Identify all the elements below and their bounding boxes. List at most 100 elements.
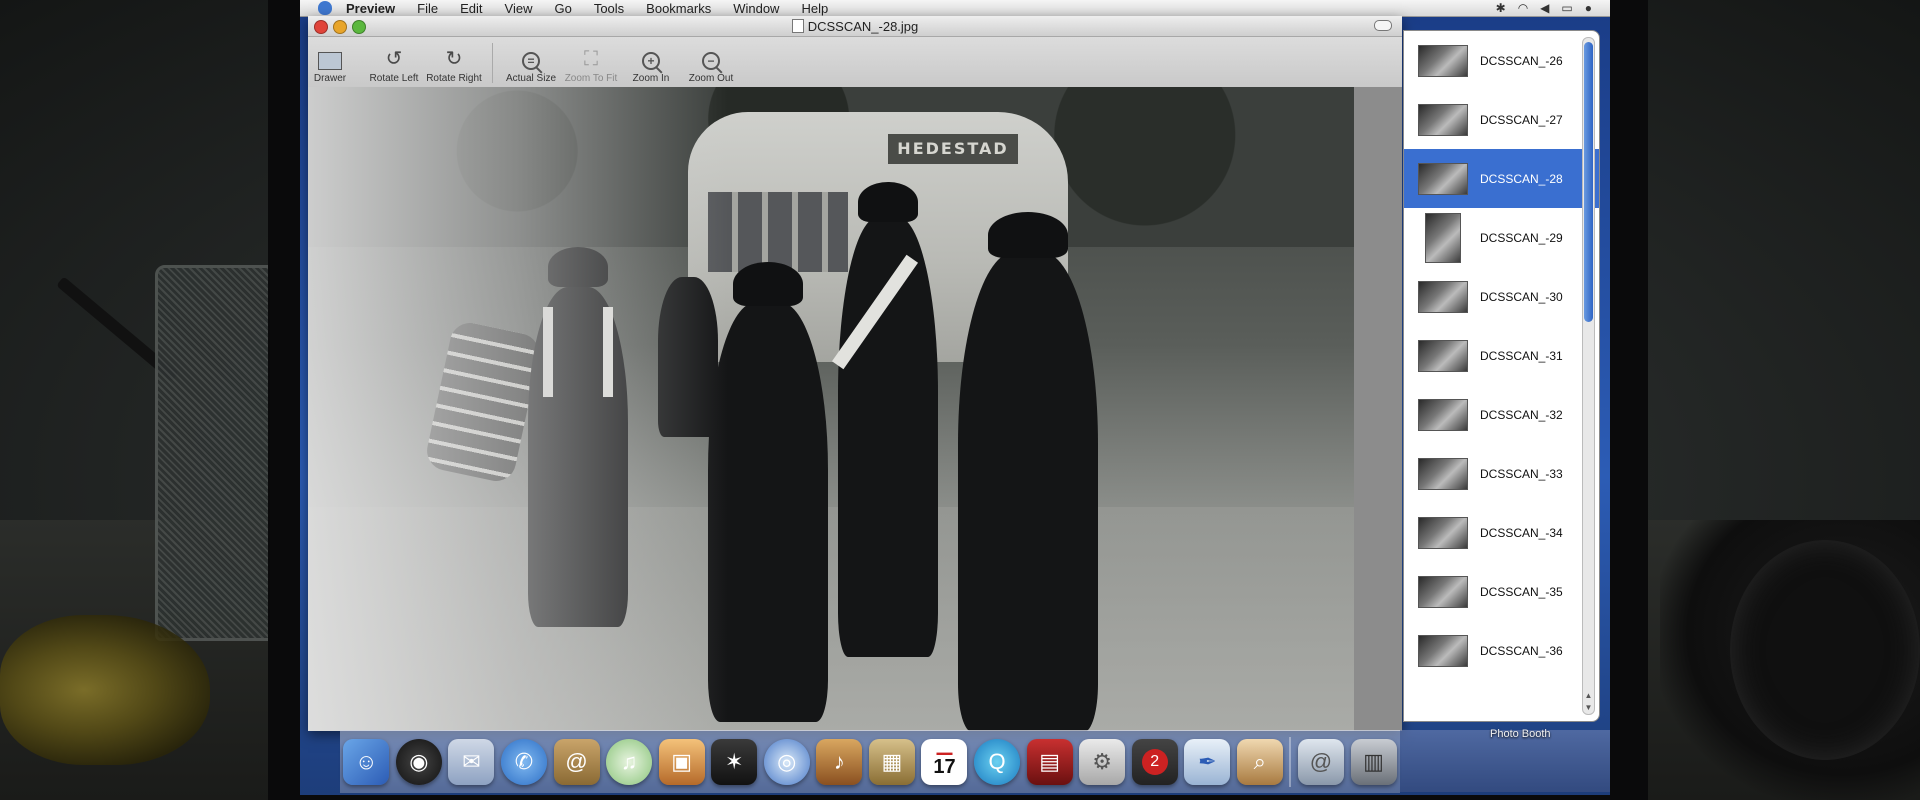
thumbnail-label: DCSSCAN_-30 xyxy=(1480,289,1563,304)
ical-icon[interactable]: ▬▬ 17 xyxy=(921,739,968,785)
bus-windows xyxy=(708,192,848,272)
garageband-icon[interactable]: ♪ xyxy=(816,739,863,785)
menu-file[interactable]: File xyxy=(417,1,438,16)
menu-edit[interactable]: Edit xyxy=(460,1,482,16)
drawer-button[interactable]: Drawer xyxy=(310,47,350,87)
thumbnail-item[interactable]: DCSSCAN_-34 xyxy=(1404,503,1599,562)
system-preferences-icon[interactable]: ⚙ xyxy=(1079,739,1126,785)
volume-icon[interactable]: ◀ xyxy=(1540,1,1549,15)
zoom-out-icon: − xyxy=(702,47,720,73)
thumbnail-item[interactable]: DCSSCAN_-31 xyxy=(1404,326,1599,385)
thumbnail-item[interactable]: DCSSCAN_-36 xyxy=(1404,621,1599,680)
thumbnail-item[interactable]: DCSSCAN_-30 xyxy=(1404,267,1599,326)
iweb-icon[interactable]: ▦ xyxy=(868,739,915,785)
toolbar-toggle-button[interactable] xyxy=(1374,20,1392,31)
menu-app-name[interactable]: Preview xyxy=(346,1,395,16)
menu-window[interactable]: Window xyxy=(733,1,779,16)
address-book-icon[interactable]: @ xyxy=(553,739,600,785)
rotate-right-button[interactable]: ↻ Rotate Right xyxy=(424,47,484,87)
zoom-in-button[interactable]: + Zoom In xyxy=(621,47,681,87)
imovie-icon[interactable]: ✶ xyxy=(711,739,758,785)
screen-glare xyxy=(308,87,728,731)
ical-date: 17 xyxy=(933,755,956,778)
actual-size-icon: = xyxy=(522,47,540,73)
feather-icon[interactable]: ✒ xyxy=(1184,739,1231,785)
thumbnail-label: DCSSCAN_-34 xyxy=(1480,525,1563,540)
scroll-down-arrow-icon[interactable]: ▼ xyxy=(1584,703,1593,712)
window-title: DCSSCAN_-28.jpg xyxy=(308,19,1402,34)
drawer-scrollbar[interactable]: ▲ ▼ xyxy=(1582,37,1595,715)
rotate-left-icon: ↺ xyxy=(385,48,403,70)
zoom-to-fit-label: Zoom To Fit xyxy=(564,73,618,84)
menu-tools[interactable]: Tools xyxy=(594,1,624,16)
menu-help[interactable]: Help xyxy=(801,1,828,16)
badge-count: 2 xyxy=(1141,749,1168,775)
photo-booth-icon[interactable]: ▤ xyxy=(1026,739,1073,785)
front-row-icon[interactable]: 2 xyxy=(1131,739,1178,785)
thumbnail-item[interactable]: DCSSCAN_-26 xyxy=(1404,31,1599,90)
wifi-icon[interactable]: ◠ xyxy=(1518,1,1528,15)
thumbnail-label: DCSSCAN_-26 xyxy=(1480,53,1563,68)
headphone-earcup xyxy=(1730,540,1920,760)
thumbnail-drawer: DCSSCAN_-26 DCSSCAN_-27 DCSSCAN_-28 DCSS… xyxy=(1403,30,1600,722)
finder-icon[interactable]: ☺ xyxy=(343,739,390,785)
zoom-to-fit-button[interactable]: ⛶ Zoom To Fit xyxy=(561,47,621,87)
thumbnail-image xyxy=(1418,280,1468,313)
thumbnail-image xyxy=(1418,457,1468,490)
menu-bar: Preview File Edit View Go Tools Bookmark… xyxy=(300,0,1610,17)
mesh-pencil-cup xyxy=(155,265,281,641)
ichat-icon[interactable]: ✆ xyxy=(500,739,547,785)
itunes-icon[interactable]: ♫ xyxy=(606,739,653,785)
thumbnail-item-selected[interactable]: DCSSCAN_-28 xyxy=(1404,149,1599,208)
thumbnail-item[interactable]: DCSSCAN_-33 xyxy=(1404,444,1599,503)
thumbnail-image xyxy=(1418,398,1468,431)
photo-cap xyxy=(733,262,803,306)
dock: ☺ ◉ ✉ ✆ @ ♫ ▣ ✶ ◎ ♪ ▦ ▬▬ 17 Q ▤ ⚙ 2 ✒ ⌕ @… xyxy=(340,730,1400,793)
document-icon xyxy=(791,19,804,33)
quicktime-icon[interactable]: Q xyxy=(974,739,1021,785)
zoom-in-icon: + xyxy=(642,47,660,73)
bluetooth-icon[interactable]: ✱ xyxy=(1496,1,1506,15)
actual-size-button[interactable]: = Actual Size xyxy=(501,47,561,87)
preview-icon[interactable]: ⌕ xyxy=(1236,739,1283,785)
thumbnail-image xyxy=(1418,575,1468,608)
toolbar: Drawer ↺ Rotate Left ↻ Rotate Right = Ac… xyxy=(308,37,1402,88)
thumbnail-item[interactable]: DCSSCAN_-35 xyxy=(1404,562,1599,621)
photo-cap xyxy=(988,212,1068,258)
zoom-out-button[interactable]: − Zoom Out xyxy=(681,47,741,87)
photo-band-member xyxy=(958,252,1098,731)
idvd-icon[interactable]: ◎ xyxy=(763,739,810,785)
thumbnail-item[interactable]: DCSSCAN_-27 xyxy=(1404,90,1599,149)
menu-extras: ✱ ◠ ◀ ▭ ● xyxy=(1496,1,1610,15)
thumbnail-image xyxy=(1418,339,1468,372)
zoom-in-label: Zoom In xyxy=(632,73,670,84)
image-view[interactable]: HEDESTAD xyxy=(308,87,1402,731)
scrollbar-thumb[interactable] xyxy=(1584,42,1593,322)
thumbnail-item[interactable]: DCSSCAN_-32 xyxy=(1404,385,1599,444)
menu-go[interactable]: Go xyxy=(554,1,571,16)
battery-icon[interactable]: ▭ xyxy=(1561,1,1572,15)
spotlight-icon[interactable]: ● xyxy=(1585,1,1592,15)
scroll-up-arrow-icon[interactable]: ▲ xyxy=(1584,691,1593,700)
thumbnail-label: DCSSCAN_-27 xyxy=(1480,112,1563,127)
mail-icon[interactable]: ✉ xyxy=(448,739,495,785)
thumbnail-label: DCSSCAN_-33 xyxy=(1480,466,1563,481)
thumbnail-label: DCSSCAN_-28 xyxy=(1480,171,1563,186)
bus-destination-sign: HEDESTAD xyxy=(888,134,1018,164)
apple-menu-icon[interactable] xyxy=(318,1,332,15)
thumbnail-image xyxy=(1425,212,1461,263)
menu-bookmarks[interactable]: Bookmarks xyxy=(646,1,711,16)
iphoto-icon[interactable]: ▣ xyxy=(658,739,705,785)
thumbnail-image xyxy=(1418,516,1468,549)
zoom-to-fit-icon: ⛶ xyxy=(584,48,598,70)
trash-icon[interactable]: ▥ xyxy=(1350,739,1397,785)
thumbnail-item[interactable]: DCSSCAN_-29 xyxy=(1404,208,1599,267)
rotate-left-label: Rotate Left xyxy=(369,73,419,84)
downloads-stack-icon[interactable]: @ xyxy=(1297,739,1344,785)
screen: Preview File Edit View Go Tools Bookmark… xyxy=(300,0,1610,795)
window-titlebar[interactable]: DCSSCAN_-28.jpg xyxy=(308,16,1402,37)
menu-view[interactable]: View xyxy=(505,1,533,16)
dashboard-icon[interactable]: ◉ xyxy=(395,739,442,785)
rotate-left-button[interactable]: ↺ Rotate Left xyxy=(364,47,424,87)
thumbnail-image xyxy=(1418,44,1468,77)
